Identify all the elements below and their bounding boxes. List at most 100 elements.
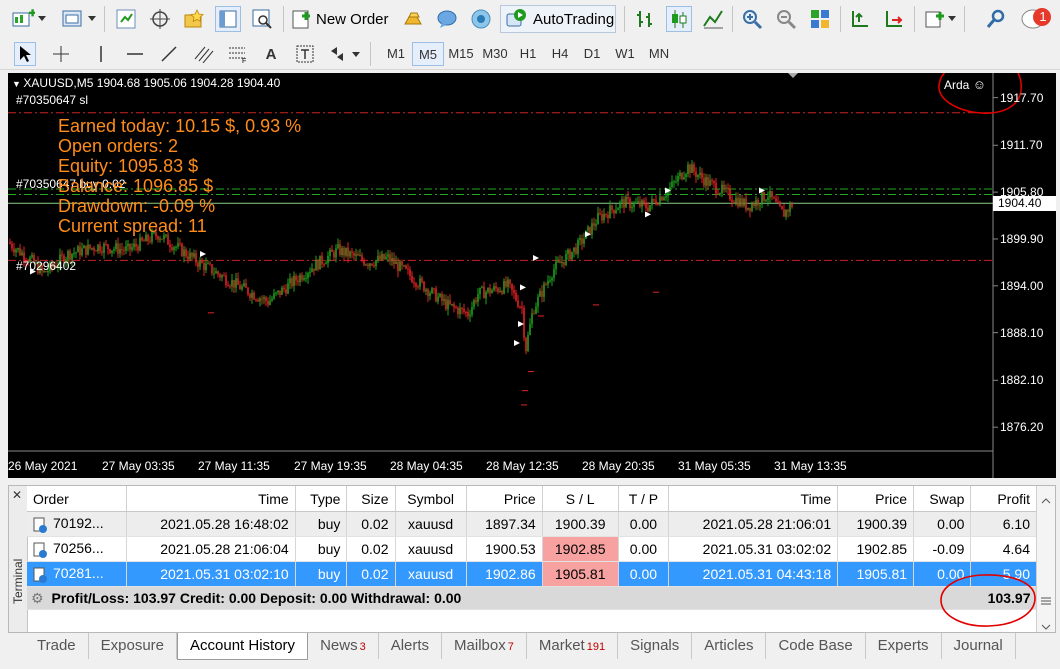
autoscroll-icon[interactable]	[881, 6, 907, 32]
equidistant-channel-icon[interactable]	[192, 42, 216, 66]
zoom-out-icon[interactable]	[773, 6, 799, 32]
chart-shift-icon[interactable]	[847, 6, 873, 32]
candle-body	[703, 178, 705, 186]
crosshair-icon[interactable]	[147, 6, 173, 32]
timeframe-m1[interactable]: M1	[380, 42, 412, 66]
deal-icon	[33, 517, 47, 533]
search-icon[interactable]	[984, 6, 1010, 32]
dropdown-arrow-icon[interactable]	[88, 14, 96, 24]
tab-news[interactable]: News 3	[308, 633, 379, 659]
candle-body	[125, 246, 127, 251]
timeframe-h4[interactable]: H4	[544, 42, 576, 66]
column-header[interactable]: Price	[466, 486, 543, 512]
column-header[interactable]: Time	[126, 486, 296, 512]
timeframe-m15[interactable]: M15	[444, 42, 478, 66]
timeframe-m5[interactable]: M5	[412, 42, 444, 66]
favorites-icon[interactable]	[181, 6, 207, 32]
table-cell: 1902.85	[837, 536, 915, 562]
tab-market[interactable]: Market 191	[527, 633, 619, 659]
signals-icon[interactable]	[468, 6, 494, 32]
line-chart-icon[interactable]	[700, 6, 726, 32]
column-header[interactable]: Symbol	[395, 486, 467, 512]
column-header[interactable]: Price	[837, 486, 915, 512]
timeframe-m30[interactable]: M30	[478, 42, 512, 66]
strategy-tester-icon[interactable]	[249, 6, 275, 32]
candle-body	[495, 286, 497, 289]
tab-alerts[interactable]: Alerts	[379, 633, 443, 659]
tab-signals[interactable]: Signals	[618, 633, 693, 659]
column-header[interactable]: Profit	[970, 486, 1037, 512]
profiles-icon[interactable]	[60, 6, 86, 32]
bar-chart-icon[interactable]	[632, 6, 658, 32]
chat-icon[interactable]	[434, 6, 460, 32]
dropdown-arrow-icon[interactable]	[948, 14, 956, 24]
vertical-line-icon[interactable]	[90, 42, 112, 66]
table-row[interactable]: 70281... 2021.05.31 03:02:10 buy 0.02 xauusd…	[27, 561, 1037, 587]
text-label-icon[interactable]	[294, 42, 316, 66]
table-cell: buy	[295, 511, 348, 537]
column-header[interactable]: Swap	[913, 486, 972, 512]
column-header[interactable]: T / P	[618, 486, 670, 512]
gold-bars-icon[interactable]	[400, 6, 426, 32]
candle-body	[653, 199, 655, 201]
autotrading-button[interactable]: AutoTrading	[500, 5, 616, 33]
gear-icon[interactable]: ⚙	[31, 590, 44, 606]
tab-exposure[interactable]: Exposure	[89, 633, 178, 659]
arrows-icon[interactable]	[328, 42, 350, 66]
candle-body	[211, 264, 213, 274]
horizontal-line-icon[interactable]	[124, 42, 146, 66]
tab-trade[interactable]: Trade	[25, 633, 89, 659]
new-order-button[interactable]: New Order	[290, 6, 394, 32]
table-row[interactable]: 70192... 2021.05.28 16:48:02 buy 0.02 xauusd…	[27, 511, 1037, 537]
timeframe-d1[interactable]: D1	[576, 42, 608, 66]
new-chart-icon[interactable]	[10, 6, 36, 32]
tab-label: Journal	[953, 637, 1003, 654]
column-header[interactable]: Type	[295, 486, 348, 512]
dropdown-arrow-icon[interactable]	[352, 51, 360, 59]
tile-windows-icon[interactable]	[807, 6, 833, 32]
notifications-icon[interactable]: 1	[1020, 4, 1052, 34]
vertical-scrollbar[interactable]	[1036, 486, 1055, 632]
tab-mailbox[interactable]: Mailbox 7	[442, 633, 527, 659]
candle-body	[671, 181, 673, 188]
indicators-icon[interactable]	[922, 6, 948, 32]
candle-body	[731, 199, 733, 202]
tab-code-base[interactable]: Code Base	[766, 633, 866, 659]
column-header[interactable]: Order	[27, 486, 127, 512]
timeframe-h1[interactable]: H1	[512, 42, 544, 66]
close-icon[interactable]: ✕	[12, 488, 22, 502]
scroll-up-icon[interactable]	[1041, 492, 1051, 507]
tab-account-history[interactable]: Account History	[177, 633, 309, 660]
zoom-in-icon[interactable]	[739, 6, 765, 32]
timeframe-w1[interactable]: W1	[608, 42, 642, 66]
tab-articles[interactable]: Articles	[692, 633, 767, 659]
trendline-icon[interactable]	[158, 42, 180, 66]
crosshair-tool-icon[interactable]	[50, 42, 72, 66]
candlestick-icon[interactable]	[666, 6, 692, 32]
scroll-down-icon[interactable]	[1041, 618, 1051, 633]
trade-arrow	[518, 320, 524, 327]
navigator-icon[interactable]	[215, 6, 241, 32]
table-row[interactable]: 70256... 2021.05.28 21:06:04 buy 0.02 xauusd…	[27, 536, 1037, 562]
price-chart[interactable]: ▼ XAUUSD,M5 1904.68 1905.06 1904.28 1904…	[8, 73, 1056, 478]
candle-body	[275, 292, 277, 294]
scroll-menu-icon[interactable]	[1041, 594, 1051, 609]
stat-drawdown: Drawdown: -0.09 %	[58, 196, 216, 216]
column-header[interactable]: Size	[346, 486, 396, 512]
market-watch-icon[interactable]	[113, 6, 139, 32]
table-cell: 70192...	[27, 511, 127, 537]
column-header[interactable]: S / L	[542, 486, 619, 512]
fibonacci-icon[interactable]: F	[226, 42, 250, 66]
candle-body	[257, 299, 259, 302]
candle-body	[685, 174, 687, 178]
candle-body	[709, 180, 711, 186]
column-header[interactable]: Time	[668, 486, 839, 512]
timeframe-mn[interactable]: MN	[642, 42, 676, 66]
dropdown-arrow-icon[interactable]	[38, 14, 46, 24]
table-cell: 1902.85	[542, 536, 619, 562]
tab-journal[interactable]: Journal	[942, 633, 1016, 659]
text-tool-icon[interactable]: A	[260, 42, 282, 66]
tab-experts[interactable]: Experts	[866, 633, 942, 659]
cursor-icon[interactable]	[14, 42, 36, 66]
table-cell: buy	[295, 536, 348, 562]
